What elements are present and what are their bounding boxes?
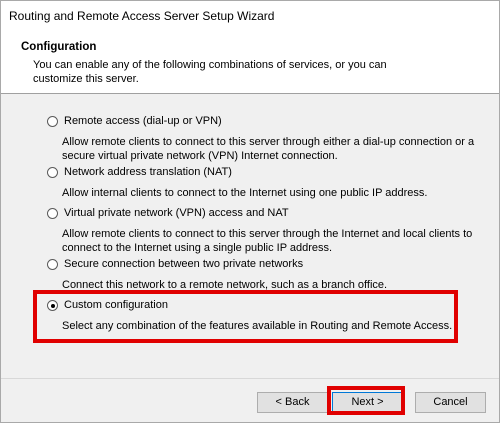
option-remote-access[interactable]: Remote access (dial-up or VPN) Allow rem… <box>47 114 474 163</box>
option-description: Allow remote clients to connect to this … <box>62 228 473 254</box>
wizard-window: Routing and Remote Access Server Setup W… <box>0 0 500 423</box>
radio-secure-connection[interactable] <box>47 259 58 270</box>
page-subtitle: You can enable any of the following comb… <box>33 59 387 85</box>
option-vpn-and-nat[interactable]: Virtual private network (VPN) access and… <box>47 206 472 255</box>
option-description: Allow remote clients to connect to this … <box>62 136 475 162</box>
cancel-button[interactable]: Cancel <box>415 392 486 413</box>
page-title: Configuration <box>21 41 97 53</box>
option-label[interactable]: Secure connection between two private ne… <box>64 258 303 270</box>
option-label[interactable]: Virtual private network (VPN) access and… <box>64 207 289 219</box>
option-secure-connection[interactable]: Secure connection between two private ne… <box>47 257 467 292</box>
option-nat[interactable]: Network address translation (NAT) Allow … <box>47 165 467 200</box>
radio-vpn-and-nat[interactable] <box>47 208 58 219</box>
next-button-highlight <box>327 386 405 415</box>
option-label[interactable]: Remote access (dial-up or VPN) <box>64 115 222 127</box>
wizard-header: Configuration You can enable any of the … <box>1 29 499 93</box>
title-bar[interactable]: Routing and Remote Access Server Setup W… <box>1 1 499 29</box>
window-title: Routing and Remote Access Server Setup W… <box>9 9 275 23</box>
button-bar: < Back Next > Cancel <box>1 379 499 422</box>
custom-configuration-highlight <box>33 290 458 343</box>
back-button[interactable]: < Back <box>257 392 328 413</box>
option-description: Allow internal clients to connect to the… <box>62 187 428 199</box>
radio-remote-access[interactable] <box>47 116 58 127</box>
option-label[interactable]: Network address translation (NAT) <box>64 166 232 178</box>
radio-nat[interactable] <box>47 167 58 178</box>
